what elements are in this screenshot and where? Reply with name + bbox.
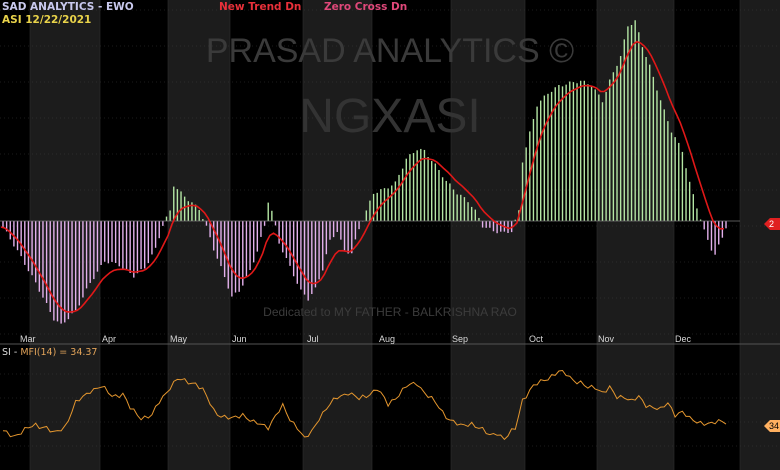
band-layer: [30, 0, 780, 470]
month-label-sep: Sep: [452, 334, 468, 344]
month-label-may: May: [170, 334, 188, 344]
month-label-mar: Mar: [20, 334, 36, 344]
mfi-value-tag-text: 34: [769, 421, 779, 431]
mfi-panel-value: MFI(14) = 34.37: [20, 347, 98, 358]
month-label-jul: Jul: [307, 334, 319, 344]
month-label-nov: Nov: [598, 334, 615, 344]
legend-new-trend-dn: New Trend Dn: [219, 1, 302, 13]
month-label-apr: Apr: [102, 334, 116, 344]
symbol-date: ASI 12/22/2021: [2, 14, 92, 26]
month-label-dec: Dec: [675, 334, 692, 344]
chart-title: SAD ANALYTICS - EWO: [2, 1, 134, 13]
watermark-brand: PRASAD ANALYTICS ©: [206, 32, 574, 70]
mfi-panel-symbol: SI -: [2, 347, 21, 358]
month-label-oct: Oct: [529, 334, 544, 344]
month-label-jun: Jun: [232, 334, 247, 344]
chart-canvas: PRASAD ANALYTICS © NGXASI Dedicated to M…: [0, 0, 780, 470]
watermark-symbol: NGXASI: [299, 90, 480, 143]
month-band: [303, 0, 372, 470]
mfi-panel-label: SI - MFI(14) = 34.37: [2, 347, 97, 358]
watermark-dedication: Dedicated to MY FATHER - BALKRISHNA RAO: [263, 305, 517, 319]
ewo-value-tag-text: 2: [769, 219, 774, 229]
month-label-aug: Aug: [379, 334, 395, 344]
month-band: [740, 0, 780, 470]
legend-zero-cross-dn: Zero Cross Dn: [324, 1, 408, 13]
month-band: [451, 0, 525, 470]
